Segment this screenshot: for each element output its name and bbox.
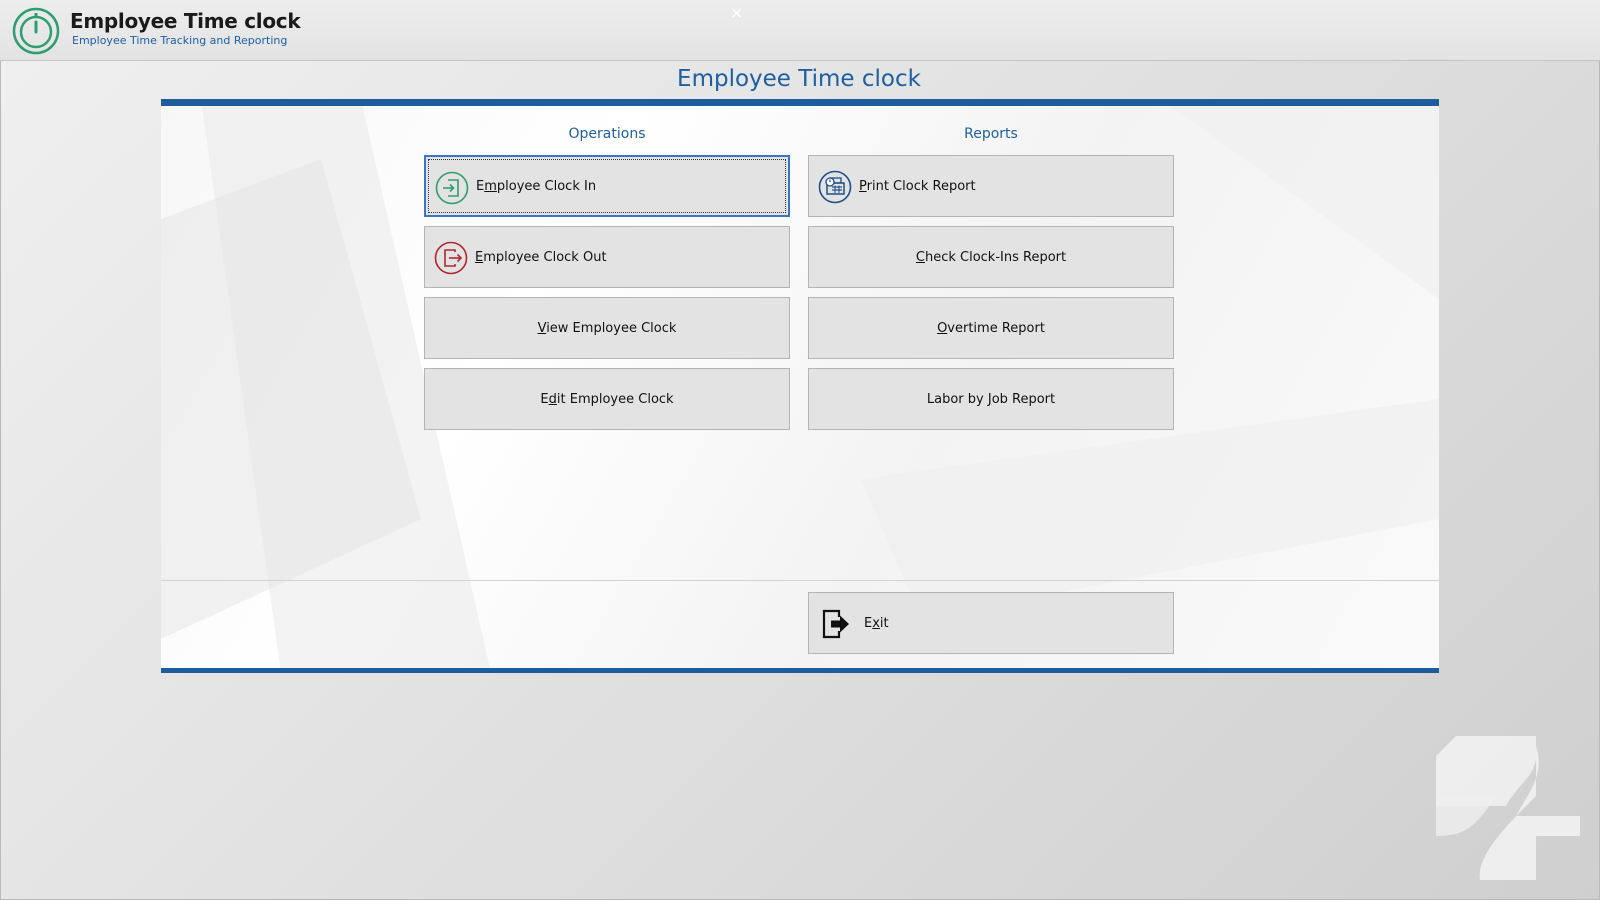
clock-out-icon <box>434 241 468 275</box>
page-title: Employee Time clock <box>677 66 921 92</box>
print-clock-report-label: Print Clock Report <box>859 178 976 194</box>
stopwatch-icon <box>12 7 60 55</box>
clock-in-icon <box>435 171 469 205</box>
overtime-report-button[interactable]: Overtime Report <box>808 297 1174 359</box>
operations-heading: Operations <box>568 126 646 142</box>
puzzle-watermark-icon <box>1436 736 1580 880</box>
employee-clock-in-label: Employee Clock In <box>476 178 597 194</box>
edit-employee-clock-button[interactable]: Edit Employee Clock <box>424 368 790 430</box>
labor-by-job-report-button[interactable]: Labor by Job Report <box>808 368 1174 430</box>
reports-heading: Reports <box>964 126 1018 142</box>
exit-label: Exit <box>864 615 889 631</box>
check-clock-ins-report-button[interactable]: Check Clock-Ins Report <box>808 226 1174 288</box>
view-employee-clock-button[interactable]: View Employee Clock <box>424 297 790 359</box>
edit-employee-clock-label: Edit Employee Clock <box>540 391 674 407</box>
panel-divider <box>161 580 1439 581</box>
close-button[interactable]: × <box>730 4 743 22</box>
panel-bottom-bar <box>161 668 1439 673</box>
employee-clock-out-label: Employee Clock Out <box>475 249 607 265</box>
title-bar: Employee Time clock Employee Time Tracki… <box>0 0 1600 61</box>
employee-clock-in-button[interactable]: Employee Clock In <box>424 155 790 217</box>
app-title: Employee Time clock <box>70 9 301 33</box>
employee-clock-out-button[interactable]: Employee Clock Out <box>424 226 790 288</box>
print-report-icon <box>818 170 852 204</box>
exit-icon <box>822 609 849 639</box>
print-clock-report-button[interactable]: Print Clock Report <box>808 155 1174 217</box>
background-decoration <box>161 99 1439 673</box>
labor-by-job-report-label: Labor by Job Report <box>926 391 1056 407</box>
app-subtitle: Employee Time Tracking and Reporting <box>72 34 288 47</box>
overtime-report-label: Overtime Report <box>937 320 1045 336</box>
check-clock-ins-report-label: Check Clock-Ins Report <box>915 249 1067 265</box>
view-employee-clock-label: View Employee Clock <box>537 320 677 336</box>
panel-top-bar <box>161 99 1439 106</box>
main-panel <box>161 99 1439 673</box>
exit-button[interactable]: Exit <box>808 592 1174 654</box>
